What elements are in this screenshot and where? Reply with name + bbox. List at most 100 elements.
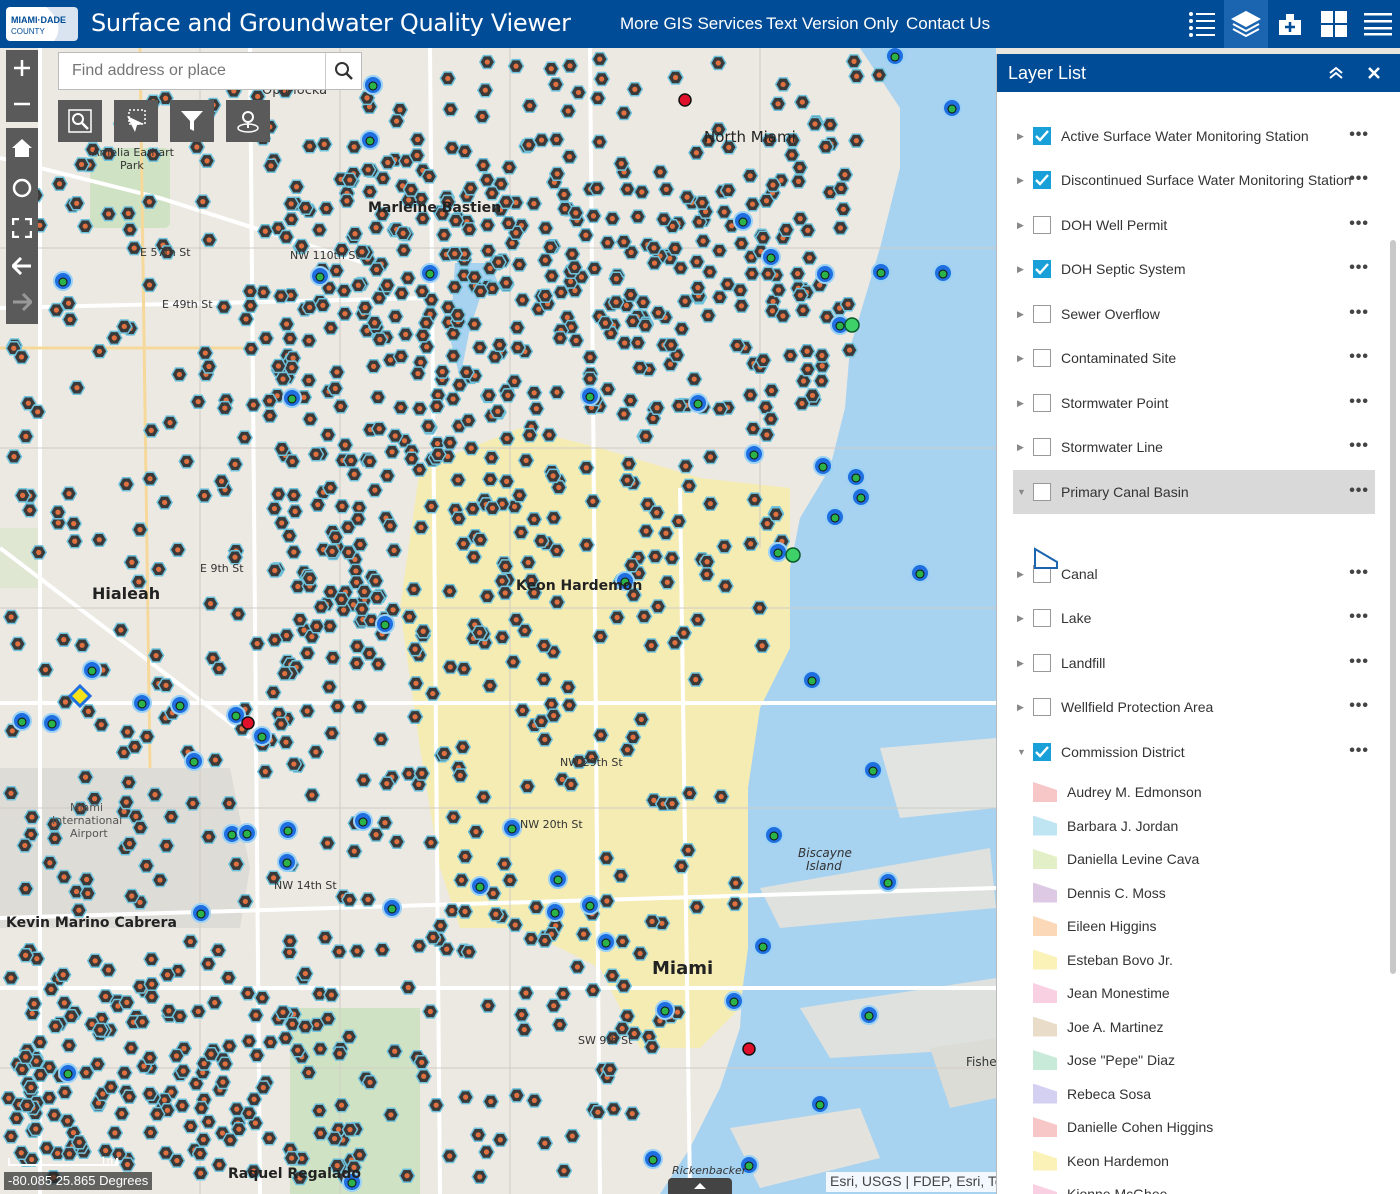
septic-system-marker-core — [375, 661, 381, 667]
caret-right-icon[interactable]: ▶ — [1017, 613, 1029, 624]
caret-right-icon[interactable]: ▶ — [1017, 569, 1029, 580]
layer-options-button[interactable]: ••• — [1349, 348, 1369, 366]
filter-button[interactable] — [170, 100, 214, 142]
septic-system-marker-core — [232, 554, 238, 560]
layer-visibility-checkbox[interactable] — [1033, 743, 1051, 761]
septic-system-marker-core — [630, 318, 636, 324]
layer-visibility-checkbox[interactable] — [1033, 483, 1051, 501]
search-input[interactable] — [59, 53, 325, 89]
layer-options-button[interactable]: ••• — [1349, 653, 1369, 671]
expand-attribute-table-button[interactable] — [668, 1178, 732, 1194]
locate-place-button[interactable] — [226, 100, 270, 142]
close-panel-button[interactable] — [1357, 54, 1391, 92]
layer-row[interactable]: ▼ Primary Canal Basin ••• — [1013, 470, 1375, 514]
layer-options-button[interactable]: ••• — [1349, 564, 1369, 582]
layer-options-button[interactable]: ••• — [1349, 126, 1369, 144]
select-button[interactable] — [114, 100, 158, 142]
layer-visibility-checkbox[interactable] — [1033, 171, 1051, 189]
layer-row[interactable]: ▶ Contaminated Site ••• — [1013, 336, 1375, 380]
layer-row[interactable]: ▶ Active Surface Water Monitoring Station… — [1013, 114, 1375, 158]
checkmark-icon — [1035, 746, 1049, 758]
layer-row[interactable]: ▼ Commission District ••• — [1013, 730, 1375, 774]
caret-right-icon[interactable]: ▶ — [1017, 702, 1029, 713]
collapse-panel-button[interactable] — [1319, 54, 1353, 92]
layer-visibility-checkbox[interactable] — [1033, 260, 1051, 278]
layer-row[interactable]: ▶ Canal ••• — [1013, 552, 1375, 596]
monitoring-station-marker-core — [766, 253, 776, 263]
layer-row[interactable]: ▶ DOH Septic System ••• — [1013, 247, 1375, 291]
layer-visibility-checkbox[interactable] — [1033, 127, 1051, 145]
basemap-gallery-icon[interactable] — [1312, 0, 1356, 48]
next-extent-button[interactable] — [6, 284, 38, 320]
legend-list-icon[interactable] — [1180, 0, 1224, 48]
septic-system-marker-core — [268, 163, 274, 169]
septic-system-marker-core — [287, 335, 293, 342]
caret-right-icon[interactable]: ▶ — [1017, 442, 1029, 453]
layer-row[interactable]: ▶ Stormwater Line ••• — [1013, 425, 1375, 469]
panel-scrollbar[interactable] — [1390, 240, 1396, 974]
identify-button[interactable] — [58, 100, 102, 142]
layer-row[interactable]: ▶ Lake ••• — [1013, 596, 1375, 640]
septic-system-marker-core — [797, 164, 803, 171]
layer-visibility-checkbox[interactable] — [1033, 216, 1051, 234]
septic-system-marker-core — [384, 282, 390, 288]
home-button[interactable] — [6, 128, 38, 168]
district-legend-item: Jose "Pepe" Diaz — [1033, 1044, 1175, 1076]
layer-row[interactable]: ▶ Wellfield Protection Area ••• — [1013, 685, 1375, 729]
layer-visibility-checkbox[interactable] — [1033, 394, 1051, 412]
layer-options-button[interactable]: ••• — [1349, 437, 1369, 455]
county-logo[interactable]: MIAMI·DADE COUNTY — [6, 7, 78, 41]
layer-visibility-checkbox[interactable] — [1033, 654, 1051, 672]
layer-options-button[interactable]: ••• — [1349, 742, 1369, 760]
map-view[interactable]: Opa-locka North Miami Amelia Earhart Par… — [0, 48, 996, 1194]
layer-row[interactable]: ▶ Discontinued Surface Water Monitoring S… — [1013, 158, 1375, 202]
layer-visibility-checkbox[interactable] — [1033, 698, 1051, 716]
fullscreen-button[interactable] — [6, 208, 38, 248]
layer-options-button[interactable]: ••• — [1349, 215, 1369, 233]
menu-icon[interactable] — [1356, 0, 1400, 48]
layer-options-button[interactable]: ••• — [1349, 170, 1369, 188]
caret-right-icon[interactable]: ▶ — [1017, 220, 1029, 231]
zoom-in-button[interactable] — [6, 50, 38, 86]
add-data-icon[interactable] — [1268, 0, 1312, 48]
layer-options-button[interactable]: ••• — [1349, 608, 1369, 626]
station-marker-green[interactable] — [785, 547, 801, 563]
caret-right-icon[interactable]: ▶ — [1017, 131, 1029, 142]
layer-row[interactable]: ▶ Stormwater Point ••• — [1013, 381, 1375, 425]
layer-visibility-checkbox[interactable] — [1033, 609, 1051, 627]
previous-extent-button[interactable] — [6, 248, 38, 284]
layer-options-button[interactable]: ••• — [1349, 482, 1369, 500]
caret-right-icon[interactable]: ▶ — [1017, 398, 1029, 409]
discontinued-station-marker[interactable] — [742, 1042, 756, 1056]
layer-visibility-checkbox[interactable] — [1033, 438, 1051, 456]
zoom-out-button[interactable] — [6, 86, 38, 122]
layer-options-button[interactable]: ••• — [1349, 259, 1369, 277]
station-marker-green[interactable] — [844, 317, 860, 333]
caret-down-icon[interactable]: ▼ — [1017, 487, 1029, 497]
layer-visibility-checkbox[interactable] — [1033, 349, 1051, 367]
caret-right-icon[interactable]: ▶ — [1017, 264, 1029, 275]
locate-button[interactable] — [6, 168, 38, 208]
layer-visibility-checkbox[interactable] — [1033, 305, 1051, 323]
contact-us-link[interactable]: Contact Us — [906, 14, 990, 34]
discontinued-station-marker[interactable] — [241, 716, 255, 730]
layer-options-button[interactable]: ••• — [1349, 304, 1369, 322]
caret-right-icon[interactable]: ▶ — [1017, 175, 1029, 186]
more-gis-services-link[interactable]: More GIS Services — [620, 14, 763, 34]
caret-right-icon[interactable]: ▶ — [1017, 353, 1029, 364]
layer-options-button[interactable]: ••• — [1349, 393, 1369, 411]
layer-options-button[interactable]: ••• — [1349, 697, 1369, 715]
caret-right-icon[interactable]: ▶ — [1017, 309, 1029, 320]
basemap[interactable] — [0, 48, 996, 1194]
layer-row[interactable]: ▶ DOH Well Permit ••• — [1013, 203, 1375, 247]
layers-icon[interactable] — [1224, 0, 1268, 48]
discontinued-station-marker[interactable] — [678, 93, 692, 107]
caret-down-icon[interactable]: ▼ — [1017, 747, 1029, 757]
layer-row[interactable]: ▶ Landfill ••• — [1013, 641, 1375, 685]
text-version-link[interactable]: Text Version Only — [766, 14, 898, 34]
layer-name: Sewer Overflow — [1061, 306, 1160, 322]
layer-row[interactable]: ▶ Sewer Overflow ••• — [1013, 292, 1375, 336]
caret-right-icon[interactable]: ▶ — [1017, 658, 1029, 669]
search-button[interactable] — [325, 53, 361, 89]
septic-system-marker-core — [121, 808, 127, 815]
